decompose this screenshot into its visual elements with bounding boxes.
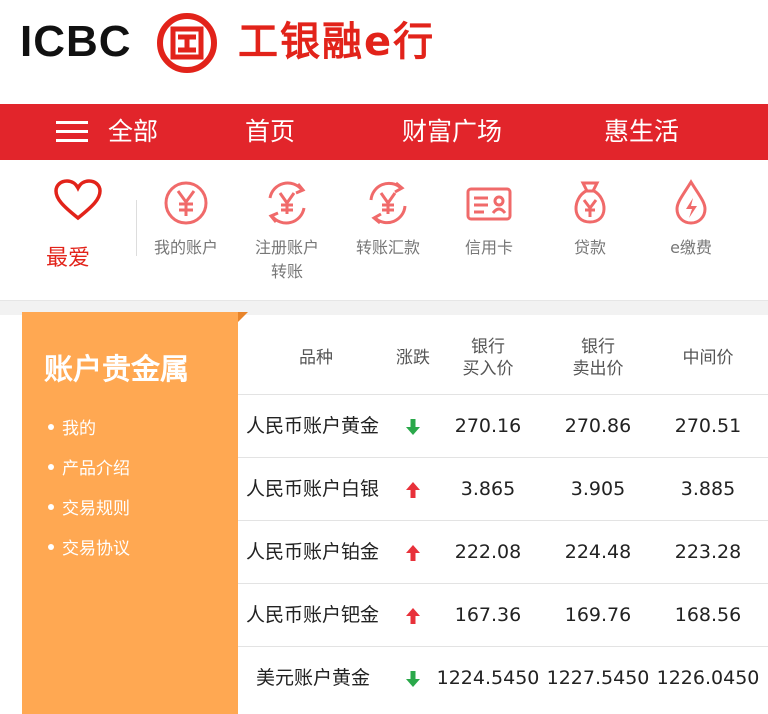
buy-price: 1224.5450 [436,667,540,689]
brand-name[interactable]: 工银融e行 [238,18,435,66]
quick-item-credit-card[interactable]: 信用卡 [439,178,539,260]
quick-item-label: e缴费 [670,238,712,257]
buy-price: 222.08 [454,541,522,563]
quick-item-label: 贷款 [573,238,606,257]
bullet-icon [48,464,54,470]
yuan-remit-icon [369,181,407,225]
precious-metals-sidebar: 账户贵金属 我的 产品介绍 交易规则 交易协议 [22,312,238,714]
yuan-icon [164,181,208,225]
table-row[interactable]: 人民币账户钯金 167.36 169.76 168.56 [238,583,768,647]
buy-price: 270.16 [454,415,522,437]
bullet-icon [48,424,54,430]
drop-bolt-icon [675,179,707,225]
buy-price: 167.36 [454,604,522,626]
column-header-buy: 银行 买入价 [462,337,514,379]
mid-price: 223.28 [674,541,742,563]
quick-item-my-account[interactable]: 我的账户 [136,178,236,260]
table-row[interactable]: 人民币账户白银 3.865 3.905 3.885 [238,457,768,521]
price-table: 品种 涨跌 银行 买入价 银行 卖出价 中间价 人民币账户黄金 270.16 270.8… [238,322,768,714]
yuan-transfer-icon [268,181,306,225]
site-header: ICBC 工银融e行 [0,0,768,104]
buy-price: 3.865 [460,478,516,500]
sell-price: 270.86 [564,415,632,437]
quick-item-label: 注册账户 转账 [254,238,319,281]
mid-price: 270.51 [674,415,742,437]
arrow-up-icon [406,545,420,561]
sell-price: 1227.5450 [546,667,650,689]
mid-price: 1226.0450 [656,667,760,689]
sidebar-title: 账户贵金属 [44,352,190,386]
money-bag-icon [574,181,606,224]
arrow-up-icon [406,608,420,624]
heart-icon[interactable] [53,178,103,222]
icbc-logo-text[interactable]: ICBC [20,20,132,64]
icbc-seal-icon[interactable] [156,12,218,74]
arrow-down-icon [406,419,420,435]
quick-item-transfer-remit[interactable]: 转账汇款 [338,178,438,260]
sidebar-link-trading-agreement[interactable]: 交易协议 [48,534,130,559]
quick-access-bar: 最爱 我的账户 注册账户 转账 转账汇款 信用卡 贷款 e缴费 [0,160,768,301]
bullet-icon [48,504,54,510]
hamburger-icon[interactable] [56,121,88,143]
panel-fold [238,312,248,322]
nav-item-wealth[interactable]: 财富广场 [402,104,502,160]
metal-name: 人民币账户白银 [246,478,380,500]
sell-price: 3.905 [570,478,626,500]
quick-item-label: 我的账户 [153,238,218,257]
credit-card-icon [466,187,512,221]
mid-price: 3.885 [680,478,736,500]
arrow-up-icon [406,482,420,498]
column-header-sell: 银行 卖出价 [572,337,624,379]
quick-item-e-payment[interactable]: e缴费 [641,178,741,260]
metal-name: 美元账户黄金 [256,667,371,689]
metal-name: 人民币账户铂金 [246,541,380,563]
main-nav: 全部 首页 财富广场 惠生活 [0,104,768,160]
nav-item-all[interactable]: 全部 [108,104,158,160]
table-row[interactable]: 美元账户黄金 1224.5450 1227.5450 1226.0450 [238,646,768,710]
favorites-label[interactable]: 最爱 [46,240,90,272]
column-header-mid: 中间价 [682,348,734,368]
quick-item-label: 转账汇款 [355,238,420,257]
quick-item-loan[interactable]: 贷款 [540,178,640,260]
sidebar-link-trading-rules[interactable]: 交易规则 [48,494,130,519]
quick-item-label: 信用卡 [464,238,513,257]
sell-price: 224.48 [564,541,632,563]
sidebar-link-product-intro[interactable]: 产品介绍 [48,454,130,479]
sidebar-link-mine[interactable]: 我的 [48,414,96,439]
metal-name: 人民币账户黄金 [246,415,380,437]
metal-name: 人民币账户钯金 [246,604,380,626]
column-header-name: 品种 [299,348,333,368]
quick-item-registered-transfer[interactable]: 注册账户 转账 [237,178,337,284]
mid-price: 168.56 [674,604,742,626]
column-header-change: 涨跌 [396,348,430,368]
bullet-icon [48,544,54,550]
table-row[interactable]: 人民币账户铂金 222.08 224.48 223.28 [238,520,768,584]
sell-price: 169.76 [564,604,632,626]
nav-item-life[interactable]: 惠生活 [604,104,679,160]
nav-item-home[interactable]: 首页 [245,104,295,160]
arrow-down-icon [406,671,420,687]
table-row[interactable]: 人民币账户黄金 270.16 270.86 270.51 [238,394,768,458]
